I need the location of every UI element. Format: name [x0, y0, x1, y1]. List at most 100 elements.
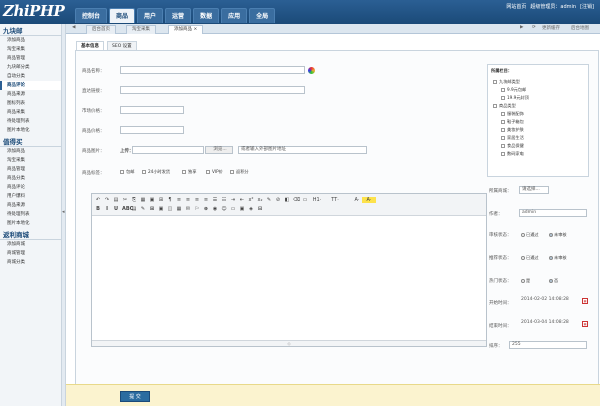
sidebar-item[interactable]: 添加商品: [0, 147, 61, 156]
toolbar-icon[interactable]: ☰: [212, 197, 218, 203]
toolbar-icon[interactable]: ⎘: [131, 197, 137, 203]
checkbox-icon[interactable]: [501, 120, 505, 124]
sidebar-item[interactable]: 淘宝采集: [0, 156, 61, 165]
sidebar-group-title[interactable]: 值得买: [0, 137, 61, 147]
refresh-icon[interactable]: ⟳: [532, 25, 536, 30]
checkbox-icon[interactable]: [501, 152, 505, 156]
tag-checkbox[interactable]: VIP价: [206, 169, 223, 175]
radio-icon[interactable]: [521, 256, 525, 260]
toolbar-icon[interactable]: ⊘: [275, 197, 281, 203]
toolbar-icon[interactable]: ABC: [122, 206, 133, 212]
audit-radio[interactable]: 未审核: [549, 232, 567, 238]
sidebar-item[interactable]: 淘宝采集: [0, 45, 61, 54]
home-link[interactable]: 网站首页: [506, 3, 526, 10]
browse-button[interactable]: 浏览...: [205, 146, 233, 154]
toolbar-icon[interactable]: x₂: [257, 197, 263, 203]
recommend-radio[interactable]: 已通过: [521, 255, 539, 261]
nav-item[interactable]: 应用: [221, 8, 248, 23]
radio-icon[interactable]: [521, 233, 525, 237]
sidebar-item[interactable]: 添加商品: [0, 36, 61, 45]
toolbar-icon[interactable]: ☺: [221, 206, 227, 212]
nav-item[interactable]: 用户: [137, 8, 164, 23]
site-map-link[interactable]: 后台地图: [571, 25, 589, 31]
toolbar-icon[interactable]: ◈: [248, 206, 254, 212]
nav-item[interactable]: 运营: [165, 8, 192, 23]
sidebar-item[interactable]: 商品管理: [0, 165, 61, 174]
toolbar-icon[interactable]: I: [104, 206, 110, 212]
toolbar-icon[interactable]: ⊟: [257, 206, 263, 212]
toolbar-icon[interactable]: ⇥: [230, 197, 236, 203]
checkbox-icon[interactable]: [493, 104, 497, 108]
sidebar-item[interactable]: 商品来源: [0, 201, 61, 210]
sidebar-item[interactable]: 用户爆料: [0, 192, 61, 201]
author-input[interactable]: admin: [519, 209, 587, 217]
toolbar-icon[interactable]: ✎: [140, 206, 146, 212]
tag-checkbox[interactable]: 包邮: [120, 169, 134, 175]
toolbar-icon[interactable]: ⊞: [158, 197, 164, 203]
sidebar-item[interactable]: 商品管理: [0, 54, 61, 63]
tag-checkbox[interactable]: 24小时发货: [142, 169, 170, 175]
market-price-input[interactable]: [120, 106, 184, 114]
toolbar-icon[interactable]: ⌫: [293, 197, 300, 203]
checkbox-icon[interactable]: [501, 112, 505, 116]
tab-taobao[interactable]: 淘宝采集: [126, 25, 156, 34]
toolbar-icon[interactable]: ▤: [113, 197, 119, 203]
checkbox-icon[interactable]: [120, 170, 124, 174]
toolbar-dropdown[interactable]: H1·: [310, 197, 324, 203]
hot-radio[interactable]: 否: [549, 278, 558, 284]
checkbox-icon[interactable]: [182, 170, 186, 174]
sidebar-item[interactable]: 图片本地化: [0, 126, 61, 135]
nav-item[interactable]: 商品: [109, 8, 136, 23]
sidebar-item[interactable]: 商品评论: [0, 183, 61, 192]
checkbox-icon[interactable]: [501, 96, 505, 100]
radio-icon[interactable]: [549, 256, 553, 260]
nav-item[interactable]: 数据: [193, 8, 220, 23]
upload-path-input[interactable]: [132, 146, 204, 154]
sidebar-item[interactable]: 商品评论: [0, 81, 61, 90]
toolbar-icon[interactable]: U: [113, 206, 119, 212]
toolbar-icon[interactable]: ⊞: [149, 206, 155, 212]
category-checkbox[interactable]: 家居生活: [501, 135, 524, 141]
calendar-icon[interactable]: ▦: [582, 298, 588, 304]
toolbar-icon[interactable]: x²: [248, 197, 254, 203]
hot-radio[interactable]: 是: [521, 278, 530, 284]
start-time-input[interactable]: 2014-02-02 14:08:28: [519, 297, 577, 305]
toolbar-icon[interactable]: ↶: [95, 197, 101, 203]
toolbar-icon[interactable]: ◉: [212, 206, 218, 212]
link-input[interactable]: [120, 86, 305, 94]
end-time-input[interactable]: 2014-03-04 14:08:28: [519, 320, 577, 328]
sidebar-item[interactable]: 待处理列表: [0, 117, 61, 126]
toolbar-icon[interactable]: ▦: [176, 206, 182, 212]
category-checkbox[interactable]: 美妆护肤: [501, 127, 524, 133]
radio-icon[interactable]: [521, 279, 525, 283]
radio-icon[interactable]: [549, 279, 553, 283]
toolbar-icon[interactable]: ⇤: [239, 197, 245, 203]
tab-next-icon[interactable]: ▶: [520, 25, 523, 30]
sidebar-item[interactable]: 商品采集: [0, 108, 61, 117]
editor-resize-handle[interactable]: ◇: [92, 340, 486, 346]
sidebar-item[interactable]: 商品来源: [0, 90, 61, 99]
sale-price-input[interactable]: [120, 126, 184, 134]
sidebar-item[interactable]: 商城管理: [0, 249, 61, 258]
sidebar-item[interactable]: 图片本地化: [0, 219, 61, 228]
toolbar-dropdown[interactable]: A·: [362, 197, 376, 203]
toolbar-icon[interactable]: B: [95, 206, 101, 212]
category-checkbox[interactable]: 食品保健: [501, 143, 524, 149]
tab-prev-icon[interactable]: ◀: [72, 25, 75, 30]
toolbar-icon[interactable]: ▣: [158, 206, 164, 212]
name-input[interactable]: [120, 66, 305, 74]
checkbox-icon[interactable]: [501, 128, 505, 132]
toolbar-icon[interactable]: ▣: [149, 197, 155, 203]
toolbar-icon[interactable]: ✉: [185, 206, 191, 212]
toolbar-icon[interactable]: ⚐: [194, 206, 200, 212]
category-checkbox[interactable]: 鞋子箱包: [501, 119, 524, 125]
checkbox-icon[interactable]: [206, 170, 210, 174]
checkbox-icon[interactable]: [493, 80, 497, 84]
rich-editor[interactable]: ↶ ↷ ▤ ✂ ⎘ ▦ ▣ ⊞ ¶ ≡ ≡ ≡ ≡ ☰ ☷ ⇥ ⇤ x² x₂ ✎ ⊘ ◧ ⌫ ▭ B I U ABC ▤ ✎ ⊞ ▣ ◫ ▦ ✉ ⚐…: [91, 193, 487, 347]
mall-select[interactable]: 请选择...: [519, 186, 549, 194]
close-icon[interactable]: ×: [193, 27, 197, 32]
toolbar-icon[interactable]: ↷: [104, 197, 110, 203]
sidebar-item[interactable]: 添加商城: [0, 240, 61, 249]
toolbar-icon[interactable]: ☷: [221, 197, 227, 203]
category-checkbox[interactable]: 商品类型: [493, 103, 516, 109]
